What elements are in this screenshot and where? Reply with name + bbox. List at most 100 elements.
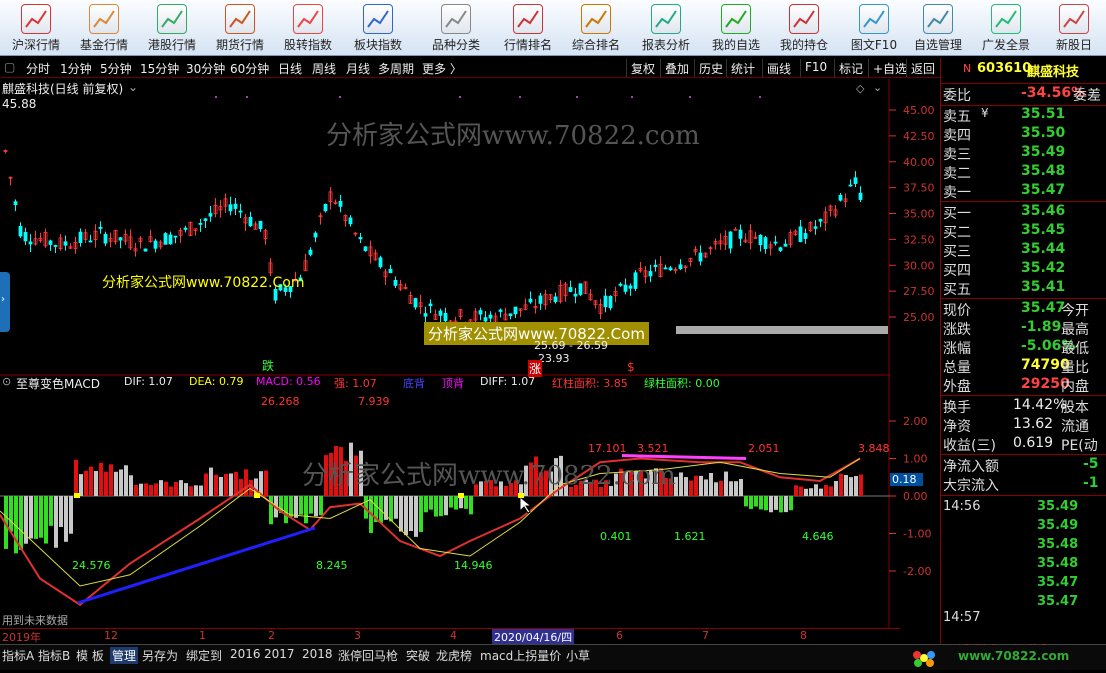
candle-body (858, 192, 863, 200)
macd-bar (729, 481, 733, 496)
bid-label: 买二 (943, 225, 971, 241)
macd-label: 2.051 (748, 442, 780, 455)
toolbar-button[interactable]: 品种分类 (422, 2, 490, 54)
cross-marker (458, 493, 464, 498)
chevron-right-icon: › (1, 294, 5, 305)
toolbar-button[interactable]: 板块指数 (344, 2, 412, 54)
macd-bar (94, 471, 98, 496)
period-tab[interactable]: 30分钟 (186, 60, 225, 77)
bottom-tab[interactable]: 小草 (566, 647, 590, 664)
flow-value: -5 (1083, 456, 1099, 472)
period-tab[interactable]: 60分钟 (230, 60, 269, 77)
period-tab[interactable]: 5分钟 (100, 60, 132, 77)
bottom-tab[interactable]: 2018 (302, 647, 333, 661)
macd-bar (389, 496, 393, 522)
cross-marker (518, 493, 524, 498)
toolbar-button[interactable]: 基金行情 (70, 2, 138, 54)
macd-tick-label: -1.00 (903, 528, 931, 541)
bottom-tab[interactable]: 指标A (2, 647, 34, 664)
toolbar-button[interactable]: 港股行情 (138, 2, 206, 54)
candle-body (233, 203, 238, 209)
toolbar-button[interactable]: 广发全景 (972, 2, 1040, 54)
macd-bar (789, 496, 793, 511)
bottom-tab[interactable]: 龙虎榜 (436, 647, 472, 664)
settings-icon[interactable]: ⊙ (2, 375, 11, 388)
toolbar-label: 我的持仓 (779, 38, 828, 52)
ask-label: 卖三 (943, 147, 971, 163)
toolbar-button[interactable]: 股转指数 (274, 2, 342, 54)
kline-chart[interactable]: 45.00 42.50 40.00 37.50 35.00 32.50 30.00 27.50… (0, 79, 940, 629)
action-button[interactable]: +自选 (868, 59, 911, 77)
period-tab[interactable]: 更多 〉 (422, 60, 462, 77)
side-expand-handle[interactable]: › (0, 272, 10, 332)
toolbar-button[interactable]: 新股日 (1040, 2, 1106, 54)
candle-body (323, 203, 328, 212)
candle-body (538, 295, 543, 304)
bottom-tab[interactable]: 指标B (38, 647, 70, 664)
period-tab[interactable]: 日线 (278, 60, 302, 77)
bottom-tab[interactable]: 模 板 (76, 647, 104, 664)
bid-price: 35.41 (1021, 279, 1066, 295)
ask-label: 卖四 (943, 128, 971, 144)
bid-price: 35.46 (1021, 203, 1066, 219)
period-tab[interactable]: 月线 (346, 60, 370, 77)
macd-bar (784, 496, 788, 513)
action-button[interactable]: F10 (800, 59, 831, 77)
period-tab[interactable]: 1分钟 (60, 60, 92, 77)
macd-label: 7.939 (358, 395, 390, 408)
macd-bar (64, 496, 68, 542)
action-button[interactable]: 叠加 (660, 59, 693, 77)
tick-price: 35.48 (1037, 556, 1079, 571)
ask-price: 35.48 (1021, 163, 1066, 179)
toolbar-button[interactable]: 行情排名 (494, 2, 562, 54)
macd-bar (44, 496, 48, 544)
macd-bar (709, 473, 713, 496)
toolbar-label: 综合排名 (571, 38, 620, 52)
bottom-tab[interactable]: 2016 (230, 647, 261, 661)
candle-body (783, 243, 788, 247)
bottom-tab[interactable]: 另存为 (142, 647, 178, 664)
toolbar-label: 期货行情 (215, 38, 264, 52)
macd-bar (269, 496, 273, 525)
divider (941, 83, 1106, 84)
price-tick-label: 35.00 (903, 208, 935, 221)
price-tick-label: 37.50 (903, 182, 935, 195)
period-tab[interactable]: 分时 (26, 60, 50, 77)
toolbar-button[interactable]: 综合排名 (562, 2, 630, 54)
action-button[interactable]: 历史 (694, 59, 727, 77)
candle-body (238, 210, 243, 213)
bottom-tab[interactable]: 涨停回马枪 (338, 647, 398, 664)
action-button[interactable]: 复权 (626, 59, 659, 77)
bottom-tab[interactable]: 突破 (406, 647, 430, 664)
toolbar-button[interactable]: 图文F10 (840, 2, 908, 54)
period-tab[interactable]: 15分钟 (140, 60, 179, 77)
candle-body (508, 313, 513, 317)
period-tab[interactable]: 多周期 (378, 60, 414, 77)
flow-label: 大宗流入 (943, 478, 999, 494)
toolbar-button[interactable]: 报表分析 (632, 2, 700, 54)
macd-bar (209, 467, 213, 496)
bottom-tab[interactable]: macd上拐量价 (480, 647, 561, 664)
macd-bar (219, 476, 223, 496)
action-button[interactable]: 返回 (906, 59, 939, 77)
macd-bar (74, 459, 78, 496)
action-button[interactable]: 统计 (726, 59, 759, 77)
cursor-date: 2020/04/16/四 (492, 629, 575, 645)
toolbar-button[interactable]: 沪深行情 (2, 2, 70, 54)
indicator-name[interactable]: 至尊变色MACD (16, 375, 100, 392)
menu-toggle-icon[interactable]: ▢ (4, 60, 15, 74)
extra-value: 14.42% (1013, 397, 1067, 413)
action-button[interactable]: 画线 (762, 59, 795, 77)
toolbar-label: 新股日 (1055, 38, 1092, 52)
period-tab[interactable]: 周线 (312, 60, 336, 77)
action-button[interactable]: 标记 (834, 59, 867, 77)
toolbar-button[interactable]: 我的持仓 (770, 2, 838, 54)
toolbar-button[interactable]: 期货行情 (206, 2, 274, 54)
bottom-tab[interactable]: 管理 (110, 647, 139, 664)
toolbar-button[interactable]: 自选管理 (904, 2, 972, 54)
bottom-tab[interactable]: 2017 (264, 647, 295, 661)
toolbar-button[interactable]: 我的自选 (702, 2, 770, 54)
weicha-label: 委差 (1073, 88, 1101, 104)
macd-bar (9, 496, 13, 532)
bottom-tab[interactable]: 绑定到 (186, 647, 222, 664)
